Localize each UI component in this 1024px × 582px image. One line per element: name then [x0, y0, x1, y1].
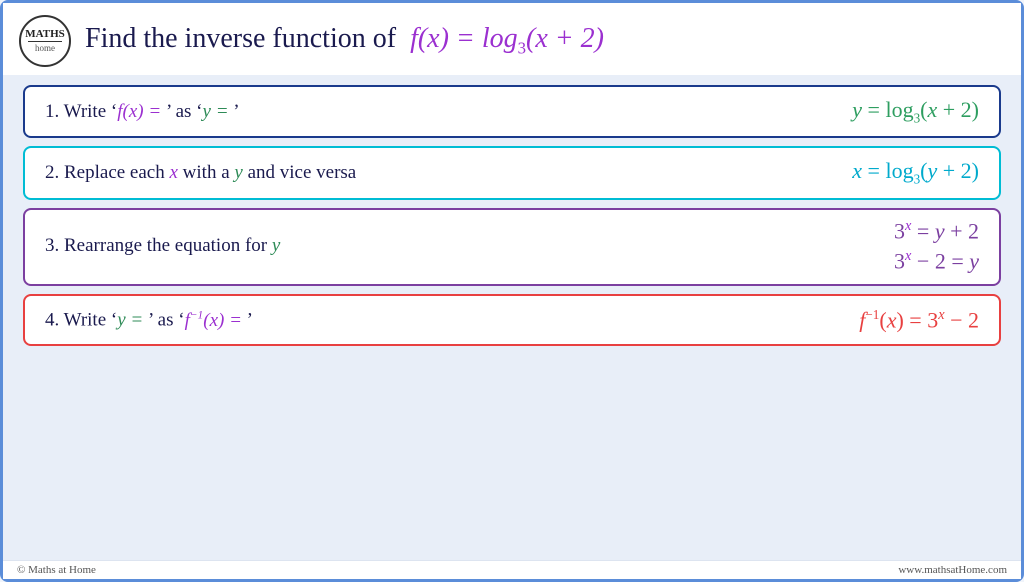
header: MATHS home Find the inverse function of …	[3, 3, 1021, 75]
step-4-formula: f−1(x) = 3x − 2	[859, 307, 979, 333]
step-3-formulas: 3x = y + 2 3x − 2 = y	[894, 218, 979, 275]
step-1-formula: y = log3(x + 2)	[852, 97, 979, 126]
step-2-box: 2. Replace each x with a y and vice vers…	[23, 146, 1001, 199]
step-4-box: 4. Write ‘y = ’ as ‘f−1(x) = ’ f−1(x) = …	[23, 294, 1001, 346]
step-1-text: 1. Write ‘f(x) = ’ as ‘y = ’	[45, 101, 240, 123]
step-2-text: 2. Replace each x with a y and vice vers…	[45, 162, 356, 184]
step-3-text: 3. Rearrange the equation for y	[45, 235, 280, 257]
footer: © Maths at Home www.mathsatHome.com	[3, 560, 1021, 579]
step-3-box: 3. Rearrange the equation for y 3x = y +…	[23, 208, 1001, 287]
logo: MATHS home	[19, 15, 71, 67]
footer-right: www.mathsatHome.com	[898, 564, 1007, 576]
step-1-box: 1. Write ‘f(x) = ’ as ‘y = ’ y = log3(x …	[23, 85, 1001, 138]
step-2-formula: x = log3(y + 2)	[852, 158, 979, 187]
step-3-formula-2: 3x − 2 = y	[894, 248, 979, 274]
step-3-formula-1: 3x = y + 2	[894, 218, 979, 244]
page-title: Find the inverse function of f(x) = log3…	[85, 23, 604, 59]
footer-left: © Maths at Home	[17, 564, 96, 576]
step-4-text: 4. Write ‘y = ’ as ‘f−1(x) = ’	[45, 309, 253, 331]
main-content: 1. Write ‘f(x) = ’ as ‘y = ’ y = log3(x …	[3, 75, 1021, 560]
title-function: f(x) = log3(x + 2)	[410, 23, 604, 54]
logo-maths-text: MATHS	[25, 29, 65, 40]
logo-divider	[28, 41, 62, 42]
step-3-row: 3. Rearrange the equation for y 3x = y +…	[45, 218, 979, 275]
logo-home-text: home	[35, 43, 55, 54]
